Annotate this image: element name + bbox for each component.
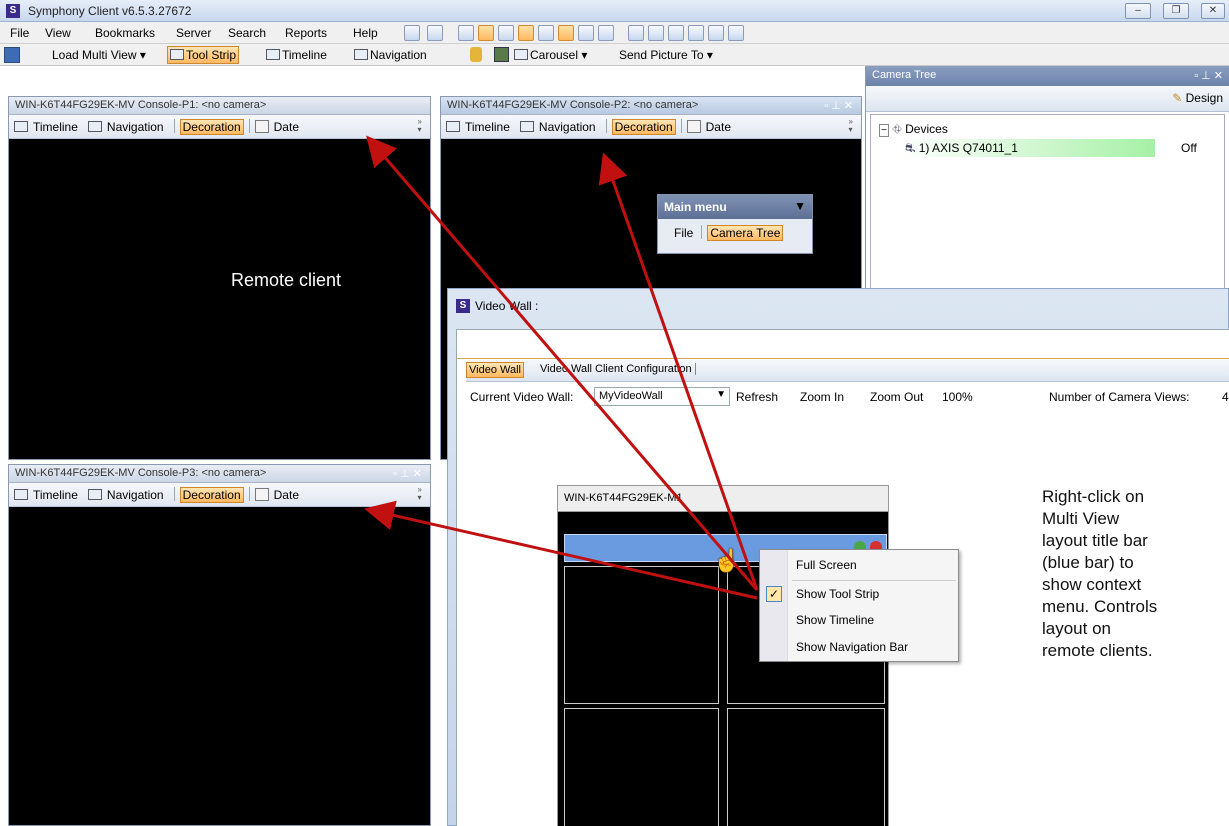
annotation-arrows bbox=[364, 135, 759, 600]
arrow-to-pane-2 bbox=[598, 152, 759, 591]
